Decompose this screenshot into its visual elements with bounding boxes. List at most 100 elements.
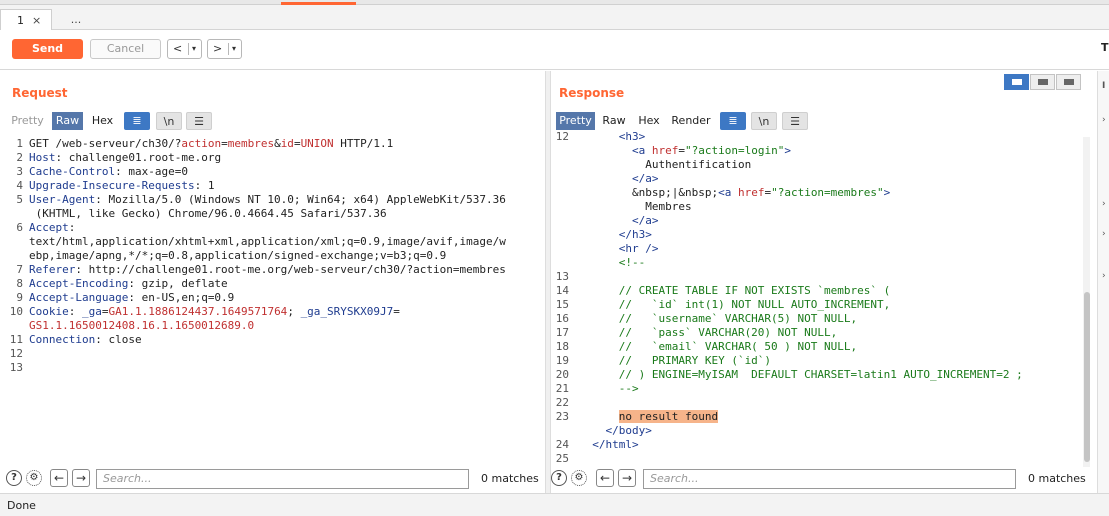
code-token: : close <box>95 333 142 346</box>
request-view-tabs: Pretty Raw Hex ≣ \n ☰ <box>7 112 212 130</box>
code-token: : en-US,en;q=0.9 <box>128 291 235 304</box>
code-token: "?action=login" <box>684 144 785 157</box>
code-line: 15 // `id` int(1) NOT NULL AUTO_INCREMEN… <box>549 298 1081 312</box>
help-icon[interactable]: ? <box>551 470 567 486</box>
code-token: </h3> <box>579 228 652 241</box>
code-text: --> <box>579 382 639 396</box>
code-text: Host: challenge01.root-me.org <box>29 151 221 165</box>
tab-raw[interactable]: Raw <box>52 112 83 130</box>
code-text: (KHTML, like Gecko) Chrome/96.0.4664.45 … <box>29 207 387 221</box>
inspector-collapsed-strip[interactable]: I › › › › <box>1097 71 1109 493</box>
code-line: 19 // PRIMARY KEY (`id`) <box>549 354 1081 368</box>
code-text: ebp,image/apng,*/*;q=0.8,application/sig… <box>29 249 446 263</box>
menu-icon[interactable]: ☰ <box>186 112 212 130</box>
tab-hex[interactable]: Hex <box>635 112 663 130</box>
code-line: </h3> <box>549 228 1081 242</box>
tab-hex[interactable]: Hex <box>89 112 116 130</box>
code-text: Accept-Encoding: gzip, deflate <box>29 277 228 291</box>
code-line: 17 // `pass` VARCHAR(20) NOT NULL, <box>549 326 1081 340</box>
code-line: ebp,image/apng,*/*;q=0.8,application/sig… <box>3 249 543 263</box>
code-token: // CREATE TABLE IF NOT EXISTS `membres` … <box>579 284 891 297</box>
tabs-icon <box>1064 79 1074 85</box>
code-token: = <box>293 137 301 150</box>
chevron-left-icon: < <box>173 42 183 55</box>
code-token: : 1 <box>194 179 215 192</box>
line-number: 5 <box>16 193 23 206</box>
close-icon[interactable]: × <box>32 10 41 31</box>
next-match-button[interactable]: → <box>618 469 636 487</box>
cancel-button[interactable]: Cancel <box>90 39 161 59</box>
code-text: </h3> <box>579 228 652 242</box>
response-title: Response <box>559 86 625 100</box>
line-number: 23 <box>555 410 569 423</box>
code-text: <hr /> <box>579 242 659 256</box>
code-token: href <box>737 186 765 199</box>
repeater-tab-bar: 1 × ... <box>0 5 1109 30</box>
line-number: 18 <box>555 340 569 353</box>
request-editor[interactable]: 1 GET /web-serveur/ch30/?action=membres&i… <box>3 137 543 375</box>
code-line: 9 Accept-Language: en-US,en;q=0.9 <box>3 291 543 305</box>
tab-pretty[interactable]: Pretty <box>7 112 48 130</box>
line-number: 7 <box>16 263 23 276</box>
code-token: // `pass` VARCHAR(20) NOT NULL, <box>579 326 838 339</box>
code-token: = <box>101 305 109 318</box>
chevron-down-icon[interactable]: ▾ <box>192 40 196 58</box>
response-search-bar: ? ⚙ ← → Search... 0 matches <box>551 467 1091 491</box>
send-button[interactable]: Send <box>12 39 83 59</box>
code-token: Cache-Control <box>29 165 116 178</box>
tab-1[interactable]: 1 × <box>0 9 52 30</box>
gear-icon[interactable]: ⚙ <box>26 470 42 486</box>
code-token: ebp,image/apng,*/*;q=0.8,application/sig… <box>29 249 447 262</box>
layout-stacked-button[interactable] <box>1030 74 1055 90</box>
chevron-down-icon[interactable]: ▾ <box>232 40 236 58</box>
code-token: GA1.1.1886124437.1649571764 <box>108 305 288 318</box>
code-token: // PRIMARY KEY (`id`) <box>579 354 772 367</box>
code-text: Cache-Control: max-age=0 <box>29 165 188 179</box>
wrap-lines-icon[interactable]: ≣ <box>720 112 746 130</box>
gear-icon[interactable]: ⚙ <box>571 470 587 486</box>
next-match-button[interactable]: → <box>72 469 90 487</box>
code-token: Membres <box>579 200 692 213</box>
request-title: Request <box>12 86 68 100</box>
target-label[interactable]: T <box>1101 41 1109 54</box>
show-newlines-button[interactable]: \n <box>751 112 777 130</box>
history-back-button[interactable]: < ▾ <box>167 39 202 59</box>
line-number: 12 <box>9 347 23 360</box>
code-token: UNION <box>300 137 334 150</box>
line-number: 6 <box>16 221 23 234</box>
code-line: 6 Accept: <box>3 221 543 235</box>
code-token: GS1.1.1650012408.16.1.1650012689.0 <box>29 319 255 332</box>
search-input[interactable]: Search... <box>96 469 469 489</box>
response-editor[interactable]: 12 <h3> <a href="?action=login"> Authent… <box>549 130 1081 466</box>
rows-icon <box>1038 79 1048 85</box>
tab-render[interactable]: Render <box>669 112 713 130</box>
layout-side-by-side-button[interactable] <box>1004 74 1029 90</box>
search-input[interactable]: Search... <box>643 469 1016 489</box>
tab-pretty[interactable]: Pretty <box>556 112 595 130</box>
code-text: // CREATE TABLE IF NOT EXISTS `membres` … <box>579 284 891 298</box>
toolbar: Send Cancel < ▾ > ▾ T <box>0 30 1109 70</box>
code-line: </a> <box>549 214 1081 228</box>
show-newlines-button[interactable]: \n <box>156 112 182 130</box>
code-token: : gzip, deflate <box>128 277 228 290</box>
previous-match-button[interactable]: ← <box>50 469 68 487</box>
code-token: no result found <box>618 410 719 423</box>
code-token: <hr /> <box>579 242 659 255</box>
code-token: <!-- <box>579 256 646 269</box>
tab-new[interactable]: ... <box>53 9 99 30</box>
code-text: </html> <box>579 438 638 452</box>
code-token: <h3> <box>579 130 646 143</box>
previous-match-button[interactable]: ← <box>596 469 614 487</box>
menu-icon[interactable]: ☰ <box>782 112 808 130</box>
layout-tabs-button[interactable] <box>1056 74 1081 90</box>
line-number: 2 <box>16 151 23 164</box>
line-number: 12 <box>555 130 569 143</box>
response-scroll-thumb[interactable] <box>1084 292 1090 462</box>
help-icon[interactable]: ? <box>6 470 22 486</box>
history-forward-button[interactable]: > ▾ <box>207 39 242 59</box>
wrap-lines-icon[interactable]: ≣ <box>124 112 150 130</box>
line-number: 3 <box>16 165 23 178</box>
line-number: 8 <box>16 277 23 290</box>
code-token: = <box>221 137 228 150</box>
tab-raw[interactable]: Raw <box>600 112 628 130</box>
